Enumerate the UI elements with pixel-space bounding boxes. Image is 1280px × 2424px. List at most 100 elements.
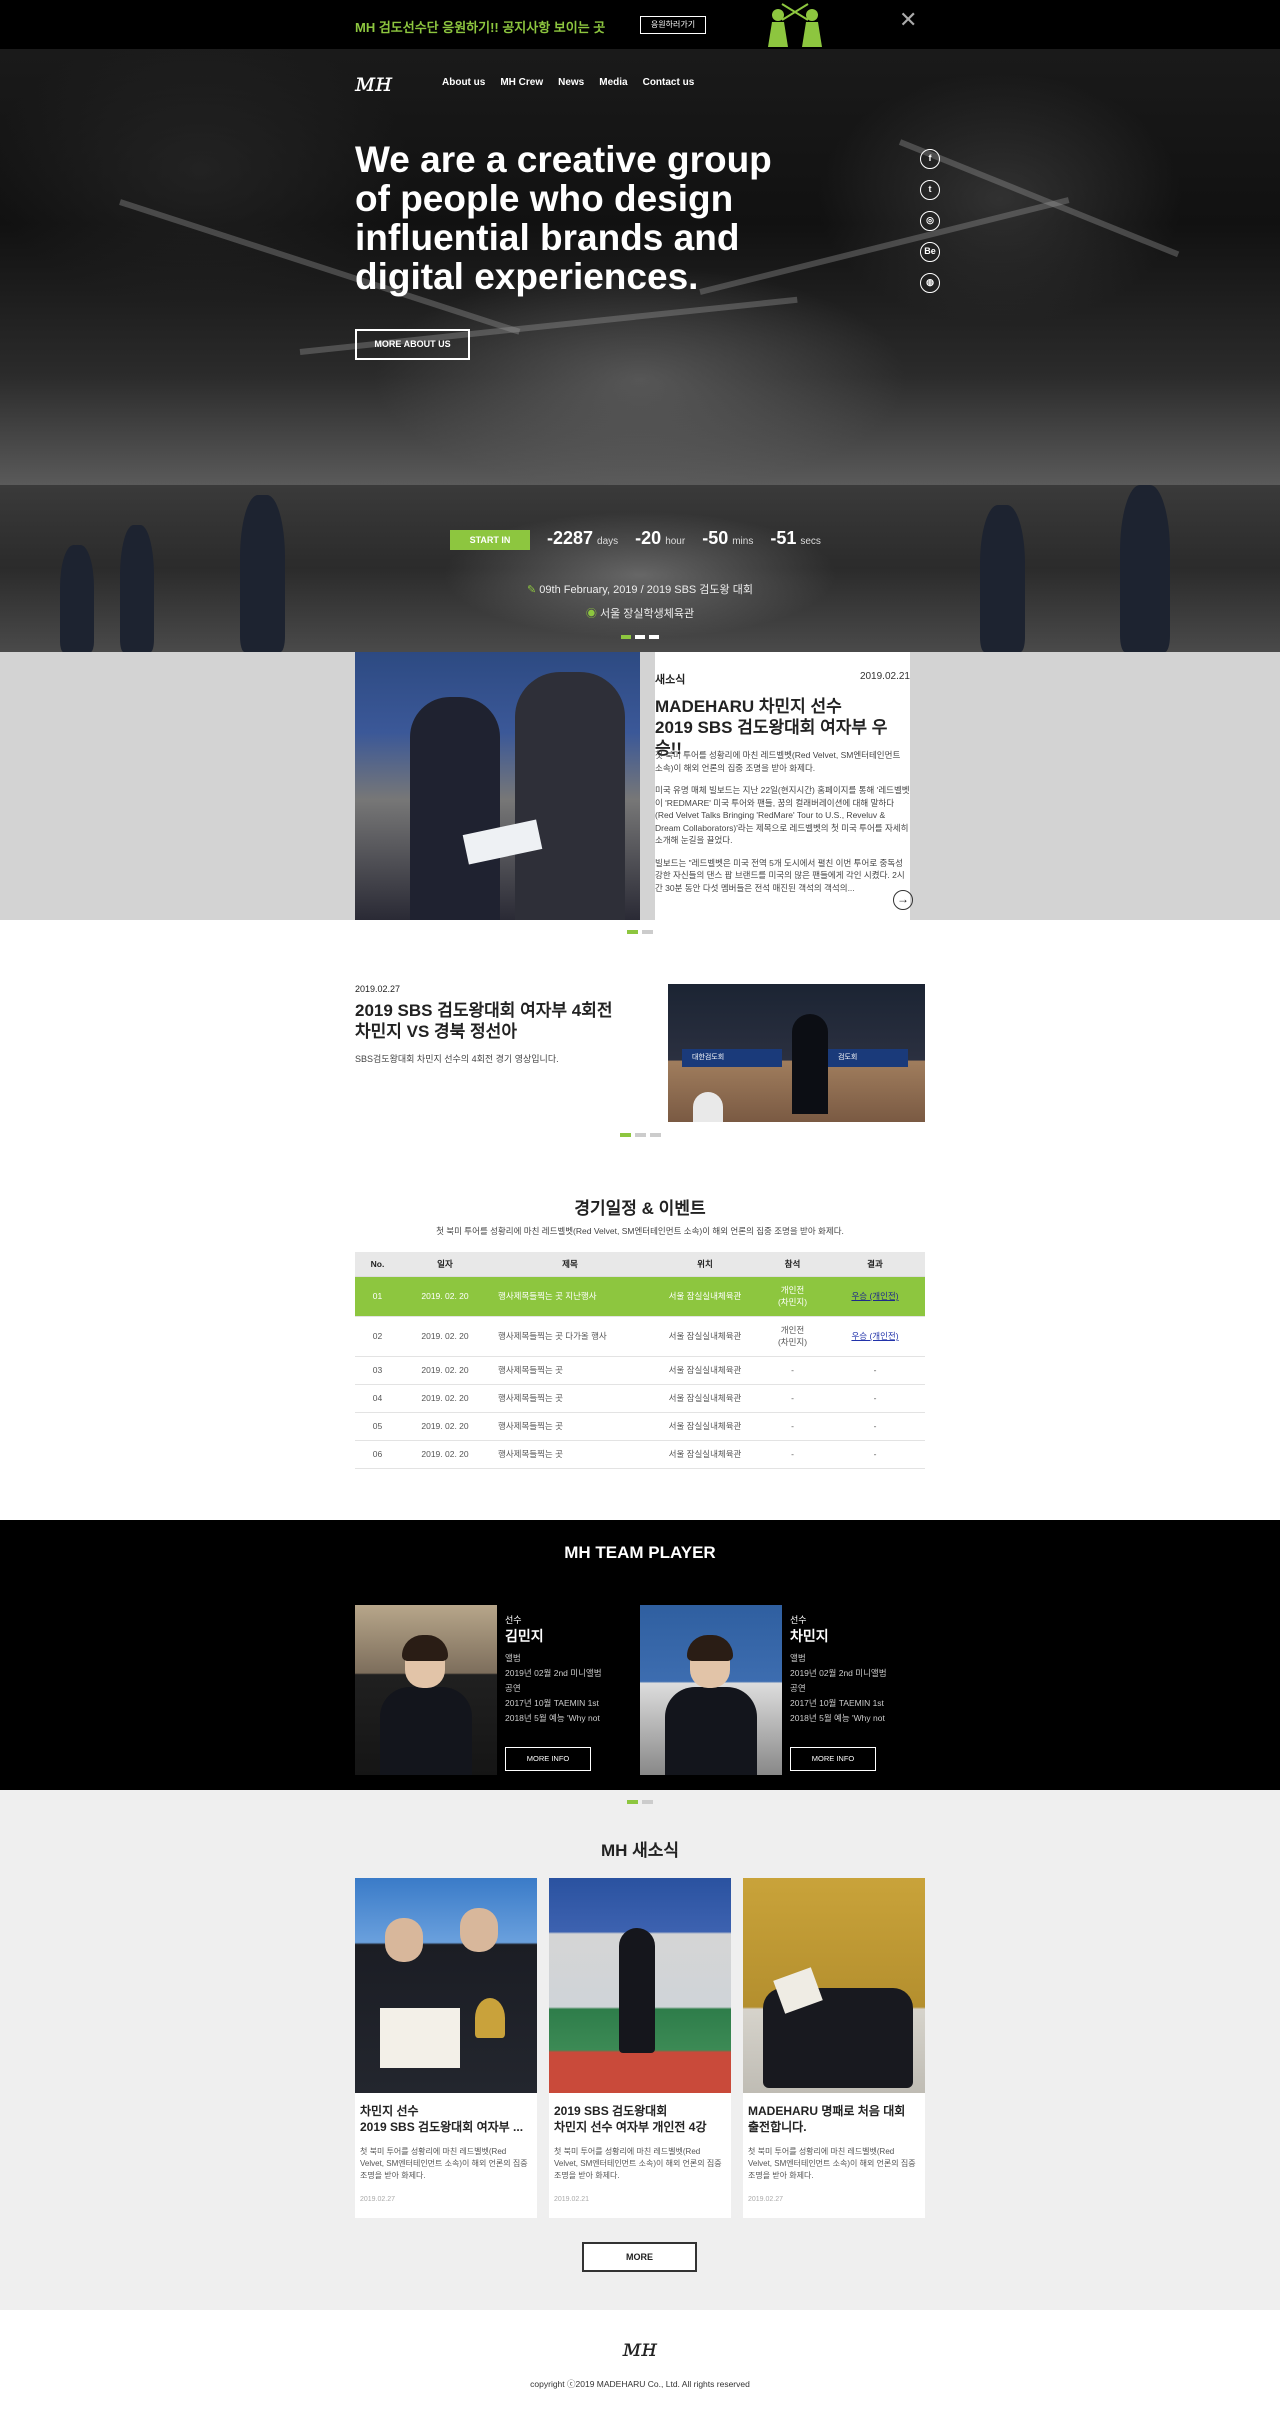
close-banner-icon[interactable]: ✕	[899, 9, 917, 31]
pagination-dot[interactable]	[627, 1800, 638, 1804]
news-photo	[355, 652, 640, 920]
cell-text: 01	[372, 1291, 383, 1301]
cell-text: 서울 잠실실내체육관	[668, 1365, 742, 1375]
table-cell: 04	[355, 1384, 400, 1413]
pagination-dot[interactable]	[627, 930, 638, 934]
event-place-text: 서울 장실학생체육관	[599, 608, 695, 620]
news-pagination	[0, 930, 1280, 934]
nav-news[interactable]: News	[558, 77, 584, 88]
pagination-dot[interactable]	[621, 635, 631, 639]
video-pagination	[0, 1133, 1280, 1137]
news-card-body: 첫 북미 투어를 성황리에 마친 레드벨벳(Red Velvet, SM엔터테인…	[360, 2147, 528, 2180]
table-cell: 개인전 (차민지)	[760, 1316, 825, 1357]
result-link[interactable]: 우승 (개인전)	[851, 1291, 898, 1301]
result-link[interactable]: 우승 (개인전)	[851, 1331, 898, 1341]
cell-text: 2019. 02. 20	[421, 1421, 469, 1431]
table-cell: 행사제목들찍는 곳	[490, 1356, 650, 1385]
news-card-body: 첫 북미 투어를 성황리에 마친 레드벨벳(Red Velvet, SM엔터테인…	[748, 2147, 916, 2180]
table-cell: 개인전 (차민지)	[760, 1276, 825, 1317]
video-title[interactable]: 2019 SBS 검도왕대회 여자부 4회전 차민지 VS 경북 정선아	[355, 1000, 615, 1042]
cheer-button[interactable]: 응원하러가기	[640, 16, 706, 34]
table-row[interactable]: 06 2019. 02. 20 행사제목들찍는 곳 서울 잠실실내체육관 - -	[355, 1440, 925, 1469]
days-unit: days	[597, 536, 619, 547]
days-value: -2287	[547, 528, 594, 548]
info-line: 2018년 5월 예능 'Why not	[505, 1713, 600, 1723]
news-card[interactable]: 2019 SBS 검도왕대회 차민지 선수 여자부 개인전 4강 첫 북미 투어를…	[549, 1878, 731, 2218]
player-info: 앨범 2019년 02월 2nd 미니앨범 공연 2017년 10월 TAEMI…	[505, 1652, 635, 1727]
cell-text: 행사제목들찍는 곳	[498, 1365, 563, 1375]
cell-text: -	[791, 1449, 794, 1459]
table-row[interactable]: 05 2019. 02. 20 행사제목들찍는 곳 서울 잠실실내체육관 - -	[355, 1412, 925, 1441]
more-info-button[interactable]: MORE INFO	[505, 1747, 591, 1771]
cell-text: 행사제목들찍는 곳	[498, 1421, 563, 1431]
table-cell: 우승 (개인전)	[825, 1316, 925, 1357]
news-card[interactable]: 차민지 선수 2019 SBS 검도왕대회 여자부 ... 첫 북미 투어를 성황…	[355, 1878, 537, 2218]
table-cell: 05	[355, 1412, 400, 1441]
schedule-table: No. 일자 제목 위치 참석 결과 01 2019. 02. 20 행사제목들찍는…	[355, 1252, 925, 1469]
news-card-image	[549, 1878, 731, 2093]
table-header: No. 일자 제목 위치 참석 결과	[355, 1252, 925, 1277]
instagram-icon[interactable]: ◎	[920, 211, 940, 231]
more-news-button[interactable]: MORE	[582, 2242, 697, 2272]
table-row[interactable]: 03 2019. 02. 20 행사제목들찍는 곳 서울 잠실실내체육관 - -	[355, 1356, 925, 1385]
pagination-dot[interactable]	[642, 930, 653, 934]
info-line: 2019년 02월 2nd 미니앨범	[790, 1668, 887, 1678]
more-info-button[interactable]: MORE INFO	[790, 1747, 876, 1771]
event-place: ◉ 서울 장실학생체육관	[0, 605, 1280, 621]
twitter-icon[interactable]: t	[920, 180, 940, 200]
nav-mh-crew[interactable]: MH Crew	[500, 77, 543, 88]
pagination-dot[interactable]	[619, 1133, 631, 1137]
news-content: 새소식 2019.02.21 MADEHARU 차민지 선수 2019 SBS 검…	[655, 652, 913, 920]
pagination-dot[interactable]	[649, 635, 659, 639]
team-pagination	[0, 1800, 1280, 1804]
player-name: 차민지	[790, 1628, 829, 1644]
info-line: 앨범	[790, 1653, 806, 1663]
nav-contact-us[interactable]: Contact us	[643, 77, 695, 88]
pagination-dot[interactable]	[634, 1133, 646, 1137]
schedule-section: 경기일정 & 이벤트 첫 북미 투어를 성황리에 마친 레드벨벳(Red Vel…	[355, 1194, 925, 1469]
player-card: 선수 김민지 앨범 2019년 02월 2nd 미니앨범 공연 2017년 10…	[355, 1605, 640, 1775]
table-row[interactable]: 04 2019. 02. 20 행사제목들찍는 곳 서울 잠실실내체육관 - -	[355, 1384, 925, 1413]
table-cell: 06	[355, 1440, 400, 1469]
facebook-icon[interactable]: f	[920, 149, 940, 169]
col-title: 제목	[490, 1252, 650, 1277]
info-line: 2019년 02월 2nd 미니앨범	[505, 1668, 602, 1678]
cell-text: 서울 잠실실내체육관	[668, 1393, 742, 1403]
cell-text: -	[791, 1393, 794, 1403]
arrow-right-icon[interactable]: →	[893, 890, 913, 910]
news-card-title: MADEHARU 명패로 처음 대회 출전합니다.	[748, 2104, 906, 2134]
player-photo	[640, 1605, 782, 1775]
table-row[interactable]: 02 2019. 02. 20 행사제목들찍는 곳 다가올 행사 서울 잠실실내체육관…	[355, 1316, 925, 1357]
pagination-dot[interactable]	[635, 635, 645, 639]
table-cell: -	[760, 1412, 825, 1441]
cell-text: 서울 잠실실내체육관	[668, 1331, 742, 1341]
news-card-date: 2019.02.21	[554, 2196, 590, 2203]
cell-text: 개인전 (차민지)	[777, 1325, 808, 1347]
table-cell: -	[825, 1440, 925, 1469]
news-paragraph: 미국 유명 매체 빌보드는 지난 22일(현지시간) 홈페이지를 통해 '레드벨…	[655, 785, 910, 845]
table-cell: 행사제목들찍는 곳	[490, 1412, 650, 1441]
video-title-line2: 차민지 VS 경북 정선아	[355, 1022, 517, 1041]
mins-value: -50	[702, 528, 729, 548]
hours-unit: hour	[665, 536, 686, 547]
pagination-dot[interactable]	[649, 1133, 661, 1137]
table-cell: -	[760, 1440, 825, 1469]
behance-icon[interactable]: Be	[920, 242, 940, 262]
news-card[interactable]: MADEHARU 명패로 처음 대회 출전합니다. 첫 북미 투어를 성황리에 마…	[743, 1878, 925, 2218]
more-about-us-button[interactable]: MORE ABOUT US	[355, 329, 470, 360]
news-card-title: 차민지 선수 2019 SBS 검도왕대회 여자부 ...	[360, 2104, 524, 2134]
player-role: 선수	[790, 1615, 807, 1625]
video-thumbnail[interactable]: 대한검도회 검도회	[668, 984, 925, 1122]
event-date-text: 09th February, 2019 / 2019 SBS 검도왕 대회	[539, 584, 753, 596]
site-logo[interactable]: ᴍʜ	[355, 68, 393, 98]
table-cell: 2019. 02. 20	[400, 1276, 490, 1317]
nav-media[interactable]: Media	[599, 77, 627, 88]
copyright: copyright ⓒ2019 MADEHARU Co., Ltd. All r…	[530, 2379, 750, 2389]
pagination-dot[interactable]	[642, 1800, 653, 1804]
cell-text: 06	[372, 1449, 383, 1459]
table-row[interactable]: 01 2019. 02. 20 행사제목들찍는 곳 지난행사 서울 잠실실내체육관 개인…	[355, 1276, 925, 1317]
info-line: 공연	[505, 1683, 521, 1693]
dribbble-icon[interactable]: ◍	[920, 273, 940, 293]
table-cell: 2019. 02. 20	[400, 1356, 490, 1385]
nav-about-us[interactable]: About us	[442, 77, 485, 88]
